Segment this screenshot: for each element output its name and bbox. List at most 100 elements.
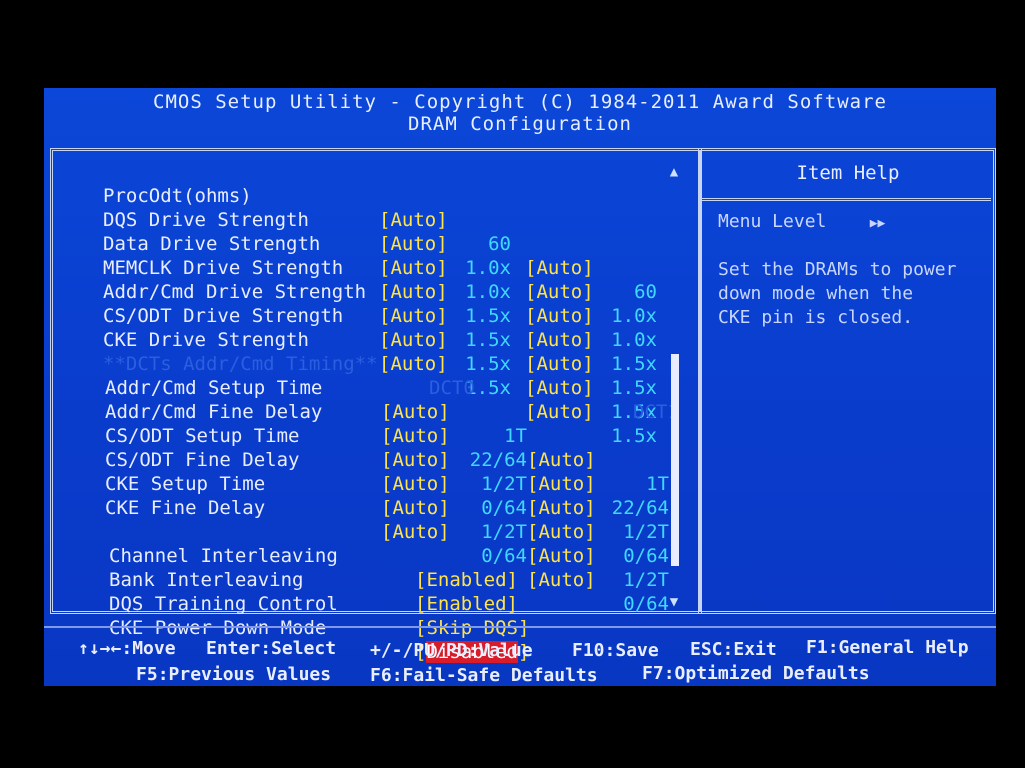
setting-option-dct0[interactable]: [Auto] [379,328,448,352]
setting-value-dct1: 1.5x [611,425,657,447]
setting-option-dct1[interactable]: [Auto] [525,304,594,328]
setting-row-bank-interleaving[interactable]: Bank Interleaving [Enabled] [109,544,518,615]
arrow-keys-icon: ↑↓→← [78,638,122,659]
setting-row-dqs-training[interactable]: DQS Training Control [Skip DQS] [109,568,529,639]
setting-option[interactable]: [Enabled] [415,592,518,616]
setting-option-dct1[interactable]: [Auto] [527,520,596,544]
hint-key: F1 [806,637,828,658]
setting-value-dct1: 60 [634,281,657,303]
hint-key: +/-/PU/PD [370,640,468,661]
timing-header-dct0: DCT0 [429,377,475,399]
setting-value-dct0: 1/2T [481,473,527,495]
setting-row-cke-fine[interactable]: CKE Fine Delay [Auto] 0/64 [Auto] 0/64 [105,472,669,615]
setting-label: CKE Fine Delay [105,497,266,519]
setting-option-dct0[interactable]: [Auto] [379,352,448,376]
hint-action: :Exit [722,639,777,660]
setting-option-dct1[interactable]: [Auto] [525,328,594,352]
setting-value-dct1: 0/64 [623,545,669,567]
setting-row-channel-interleaving[interactable]: Channel Interleaving [Enabled] [109,520,518,591]
hint-action: :Save [604,640,659,661]
footer-hint-value: +/-/PU/PD:Value [370,640,533,662]
setting-value-dct1: 22/64 [611,497,669,519]
setting-row-addrcmd-drive[interactable]: Addr/Cmd Drive Strength [Auto] 1.5x [Aut… [103,256,657,399]
footer-hint-help: F1:General Help [806,637,969,659]
scrollbar-thumb[interactable] [671,354,679,566]
setting-option-dct1[interactable]: [Auto] [527,544,596,568]
setting-option-dct1[interactable]: [Auto] [527,448,596,472]
setting-value-dct0: 1.0x [465,281,511,303]
hint-action: :Fail-Safe Defaults [391,665,598,686]
setting-option-dct0[interactable]: [Auto] [379,232,448,256]
help-text-line: CKE pin is closed. [718,307,914,328]
hint-key: F6 [370,665,392,686]
setting-row-cke-setup[interactable]: CKE Setup Time [Auto] 1/2T [Auto] 1/2T [105,448,669,591]
setting-option-dct0[interactable]: [Auto] [381,520,450,544]
setting-value-dct0: 1.5x [465,305,511,327]
setting-option-value: Enabled [426,593,507,615]
scroll-up-icon[interactable]: ▲ [664,164,684,180]
menu-level-label: Menu Level [718,211,827,232]
setting-option-dct1[interactable]: [Auto] [527,496,596,520]
setting-row-dqs-drive[interactable]: DQS Drive Strength [Auto] 1.0x [Auto] 1.… [103,184,657,327]
setting-option-dct1[interactable]: [Auto] [525,376,594,400]
setting-option-dct0[interactable]: [Auto] [381,472,450,496]
footer-hint-save: F10:Save [572,640,659,662]
setting-option-dct1[interactable]: [Auto] [527,472,596,496]
hint-key: F7 [642,663,664,684]
setting-row-cke-power-down[interactable]: CKE Power Down Mode [Disabled] [109,592,529,663]
setting-option-dct0[interactable]: [Auto] [379,304,448,328]
setting-row-csodt-setup[interactable]: CS/ODT Setup Time [Auto] 1/2T [Auto] 1/2… [105,400,669,543]
setting-value-dct1: 1.0x [611,305,657,327]
hint-action: :Optimized Defaults [663,663,870,684]
help-title: Item Help [796,162,900,184]
setting-value-dct1: 1.5x [611,353,657,375]
header-title: CMOS Setup Utility - Copyright (C) 1984-… [153,91,887,113]
setting-option-dct1[interactable]: [Auto] [525,352,594,376]
setting-value-dct1: 0/64 [623,593,669,615]
setting-value-dct0: 22/64 [469,449,527,471]
setting-option-dct0[interactable]: [Auto] [379,280,448,304]
footer-hint-select: Enter:Select [206,638,336,660]
header-subtitle: DRAM Configuration [408,113,632,135]
hint-key: Enter [206,638,261,659]
setting-option-dct1[interactable]: [Auto] [525,280,594,304]
setting-option-dct1[interactable]: [Auto] [527,568,596,592]
setting-option-value: Enabled [426,569,507,591]
setting-row-addrcmd-fine[interactable]: Addr/Cmd Fine Delay [Auto] 22/64 [Auto] … [105,376,669,519]
setting-value-dct1: 1T [646,473,669,495]
setting-option-dct1[interactable]: [Auto] [525,400,594,424]
hint-key: F10 [572,640,605,661]
setting-row-addrcmd-setup[interactable]: Addr/Cmd Setup Time [Auto] 1T [Auto] 1T [105,352,669,495]
footer-hint-previous: F5:Previous Values [136,664,331,686]
setting-option[interactable]: [Enabled] [415,568,518,592]
setting-row-csodt-fine[interactable]: CS/ODT Fine Delay [Auto] 0/64 [Auto] 0/6… [105,424,669,567]
setting-option-dct0[interactable]: [Auto] [381,496,450,520]
scroll-down-icon[interactable]: ▼ [664,594,684,610]
setting-value-dct0: 1/2T [481,521,527,543]
setting-option-dct0[interactable]: [Auto] [381,400,450,424]
setting-row-csodt-drive[interactable]: CS/ODT Drive Strength [Auto] 1.5x [Auto]… [103,280,657,423]
setting-row-procodt[interactable]: ProcOdt(ohms) [Auto] 60 [Auto] 60 [103,160,657,303]
help-text-line: down mode when the [718,283,914,304]
setting-row-cke-drive[interactable]: CKE Drive Strength [Auto] 1.5x [Auto] 1.… [103,304,657,447]
footer-hint-optimized: F7:Optimized Defaults [642,663,870,685]
setting-option-dct0[interactable]: [Auto] [379,256,448,280]
setting-row-memclk-drive[interactable]: MEMCLK Drive Strength [Auto] 1.5x [Auto]… [103,232,657,375]
setting-value-dct0: 0/64 [481,497,527,519]
timing-section-header: **DCTs Addr/Cmd Timing** DCT0 DCT1 [103,328,679,423]
setting-label: CKE Power Down Mode [109,617,327,639]
setting-option-dct0[interactable]: [Auto] [381,448,450,472]
hint-action: :Move [121,638,176,659]
setting-option-dct0[interactable]: [Auto] [381,424,450,448]
help-divider [701,198,991,201]
hint-action: :Select [260,638,337,659]
hint-action: :General Help [827,637,969,658]
setting-option-dct1[interactable]: [Auto] [525,256,594,280]
setting-row-data-drive[interactable]: Data Drive Strength [Auto] 1.0x [Auto] 1… [103,208,657,351]
hint-action: :Value [467,640,533,661]
footer-hint-exit: ESC:Exit [690,639,777,661]
hint-key: F5 [136,664,158,685]
bios-screen: CMOS Setup Utility - Copyright (C) 1984-… [44,88,996,686]
setting-option[interactable]: [Skip DQS] [415,616,529,640]
setting-option-dct0[interactable]: [Auto] [379,208,448,232]
